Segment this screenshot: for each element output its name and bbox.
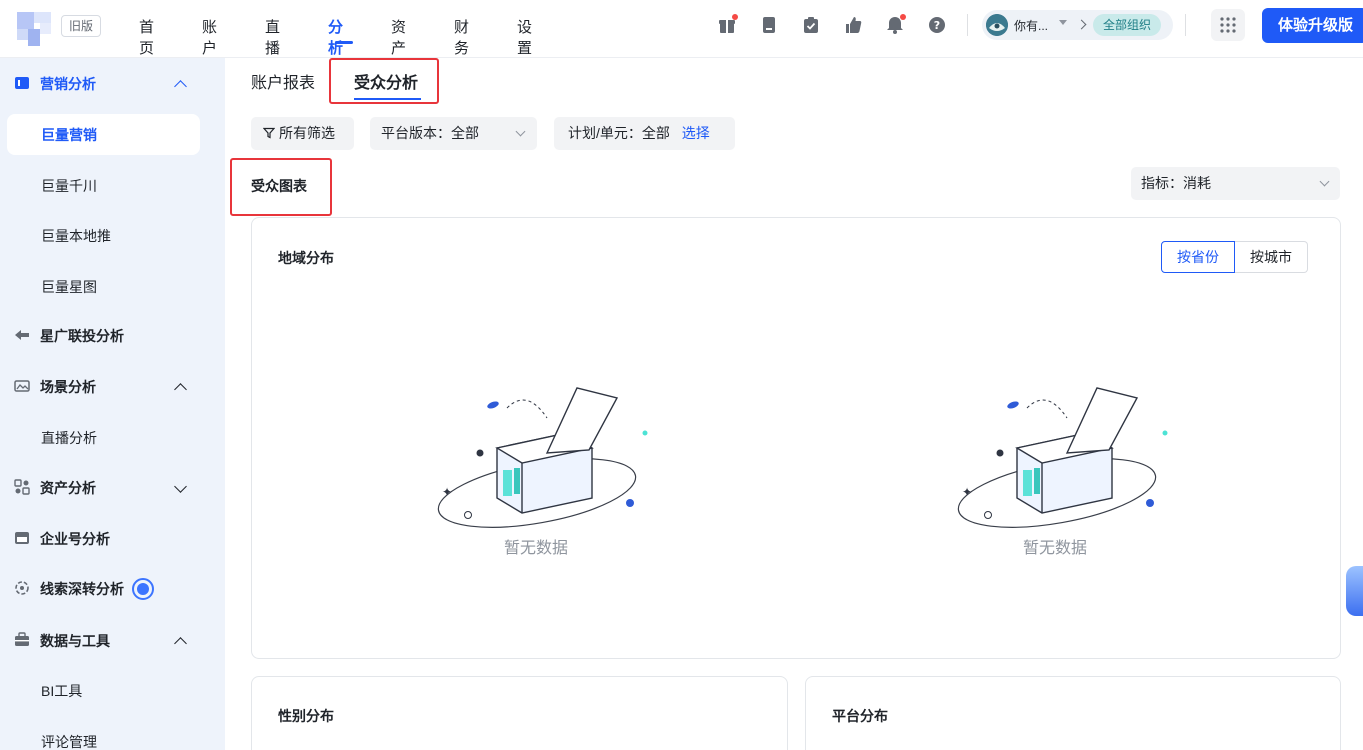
highlight-box-section — [230, 158, 332, 216]
metric-label: 指标： — [1141, 175, 1183, 191]
plan-unit-filter[interactable]: 计划/单元：全部 选择 — [554, 117, 735, 150]
org-badge[interactable]: 全部组织 — [1093, 14, 1162, 36]
like-icon[interactable] — [844, 16, 862, 34]
lead-icon — [14, 580, 32, 598]
sidebar-group-label: 资产分析 — [40, 480, 96, 496]
sidebar-group-label: 数据与工具 — [40, 633, 110, 649]
task-icon[interactable] — [802, 16, 820, 34]
top-bar: 旧版 首页 账户 直播 分析 资产 财务 设置 ? 你有... 全部组织 体验升… — [0, 0, 1363, 58]
sidebar-item-ocean-marketing[interactable]: 巨量营销 — [41, 125, 97, 145]
old-version-button[interactable]: 旧版 — [61, 15, 102, 37]
bell-icon[interactable] — [886, 14, 906, 34]
document-icon[interactable] — [760, 16, 778, 34]
assistant-float-button[interactable] — [1346, 566, 1363, 616]
all-filters-label: 所有筛选 — [279, 125, 335, 141]
metric-select[interactable]: 指标：消耗 — [1131, 167, 1340, 200]
star-link-icon — [14, 327, 32, 345]
sidebar-group-marketing[interactable]: 营销分析 — [14, 74, 96, 94]
sidebar-group-assets[interactable]: 资产分析 — [14, 478, 96, 498]
nav-assets[interactable]: 资产 — [391, 16, 406, 58]
user-name: 你有... — [1014, 19, 1049, 33]
sidebar-group-data-tools[interactable]: 数据与工具 — [14, 631, 110, 651]
sidebar-group-label: 场景分析 — [40, 379, 96, 395]
sidebar-item-qianchuan[interactable]: 巨量千川 — [41, 176, 97, 196]
filter-icon — [262, 127, 276, 139]
region-toggle: 按省份 按城市 — [1161, 241, 1308, 273]
plan-unit-select-link[interactable]: 选择 — [682, 125, 710, 141]
chevron-up-icon[interactable] — [174, 80, 187, 93]
svg-text:✦: ✦ — [962, 485, 972, 499]
upgrade-button[interactable]: 体验升级版 — [1262, 8, 1363, 43]
all-filters-button[interactable]: 所有筛选 — [251, 117, 354, 150]
nav-finance[interactable]: 财务 — [454, 16, 469, 58]
app-grid-button[interactable] — [1211, 9, 1245, 41]
marketing-icon — [14, 75, 32, 93]
chevron-up-icon[interactable] — [174, 383, 187, 396]
nav-settings[interactable]: 设置 — [517, 16, 532, 58]
platform-card-title: 平台分布 — [832, 708, 888, 724]
sidebar-group-star-link[interactable]: 星广联投分析 — [14, 326, 124, 346]
caret-down-icon — [1059, 20, 1067, 25]
toolbar-divider — [967, 14, 968, 36]
enterprise-icon — [14, 530, 32, 548]
empty-state-text: 暂无数据 — [1023, 540, 1088, 557]
nav-analysis[interactable]: 分析 — [328, 16, 343, 58]
sidebar-item-comments[interactable]: 评论管理 — [41, 732, 97, 750]
highlight-box-tab — [329, 58, 439, 104]
toggle-by-city[interactable]: 按城市 — [1235, 241, 1308, 273]
svg-text:?: ? — [934, 19, 940, 32]
empty-state-text: 暂无数据 — [504, 540, 569, 557]
sidebar: 营销分析 巨量营销 巨量千川 巨量本地推 巨量星图 星广联投分析 场景分析 直播… — [0, 58, 225, 750]
tab-account-report[interactable]: 账户报表 — [251, 69, 315, 93]
sidebar-group-leads[interactable]: 线索深转分析 — [14, 578, 154, 600]
asset-icon — [14, 479, 32, 497]
platform-version-select[interactable]: 平台版本：全部 — [370, 117, 537, 150]
toolbar-divider — [1185, 14, 1186, 36]
nav-home[interactable]: 首页 — [139, 16, 154, 58]
sidebar-group-label: 营销分析 — [40, 76, 96, 92]
user-account-switcher[interactable]: 你有... 全部组织 — [982, 10, 1173, 40]
nav-live[interactable]: 直播 — [265, 16, 280, 58]
platform-version-label: 平台版本： — [381, 125, 451, 141]
nav-active-indicator — [335, 41, 353, 44]
region-card-title: 地域分布 — [278, 250, 334, 266]
platform-distribution-card: 平台分布 — [805, 676, 1341, 750]
chevron-right-icon — [1076, 19, 1087, 30]
main-content: 账户报表 受众分析 所有筛选 平台版本：全部 计划/单元：全部 选择 受众图表 … — [225, 58, 1363, 750]
chevron-up-icon[interactable] — [174, 637, 187, 650]
sidebar-item-bi-tools[interactable]: BI工具 — [41, 681, 82, 701]
grid-icon — [1220, 17, 1236, 33]
toggle-by-province[interactable]: 按省份 — [1161, 241, 1235, 273]
sidebar-item-local-promo[interactable]: 巨量本地推 — [41, 226, 111, 246]
sidebar-group-enterprise[interactable]: 企业号分析 — [14, 529, 110, 549]
gift-icon[interactable] — [718, 14, 738, 34]
sidebar-group-scene[interactable]: 场景分析 — [14, 377, 96, 397]
sidebar-group-label: 线索深转分析 — [40, 581, 124, 597]
app-logo[interactable] — [17, 12, 51, 46]
region-distribution-card: 地域分布 按省份 按城市 ✦ 暂无数据 ✦ 暂无数据 — [251, 217, 1341, 659]
help-icon[interactable]: ? — [928, 16, 946, 34]
nav-account[interactable]: 账户 — [202, 16, 217, 58]
plan-unit-label: 计划/单元： — [568, 125, 642, 141]
chevron-down-icon — [515, 126, 526, 137]
svg-text:✦: ✦ — [442, 485, 452, 499]
new-badge-icon — [132, 578, 154, 600]
avatar — [986, 14, 1008, 36]
scene-icon — [14, 378, 32, 396]
gender-card-title: 性别分布 — [278, 708, 334, 724]
sidebar-item-live-analysis[interactable]: 直播分析 — [41, 428, 97, 448]
plan-unit-value: 全部 — [641, 125, 670, 141]
sidebar-selected-bg — [7, 114, 200, 155]
chevron-down-icon — [1319, 176, 1330, 187]
empty-box-illustration: ✦ — [437, 387, 648, 528]
metric-value: 消耗 — [1183, 175, 1211, 191]
chevron-down-icon[interactable] — [174, 480, 187, 493]
sidebar-group-label: 星广联投分析 — [40, 328, 124, 344]
sidebar-item-xingtu[interactable]: 巨量星图 — [41, 277, 97, 297]
gender-distribution-card: 性别分布 — [251, 676, 788, 750]
platform-version-value: 全部 — [451, 125, 479, 141]
sidebar-group-label: 企业号分析 — [40, 531, 110, 547]
empty-box-illustration: ✦ — [957, 387, 1168, 528]
data-tools-icon — [14, 632, 32, 650]
